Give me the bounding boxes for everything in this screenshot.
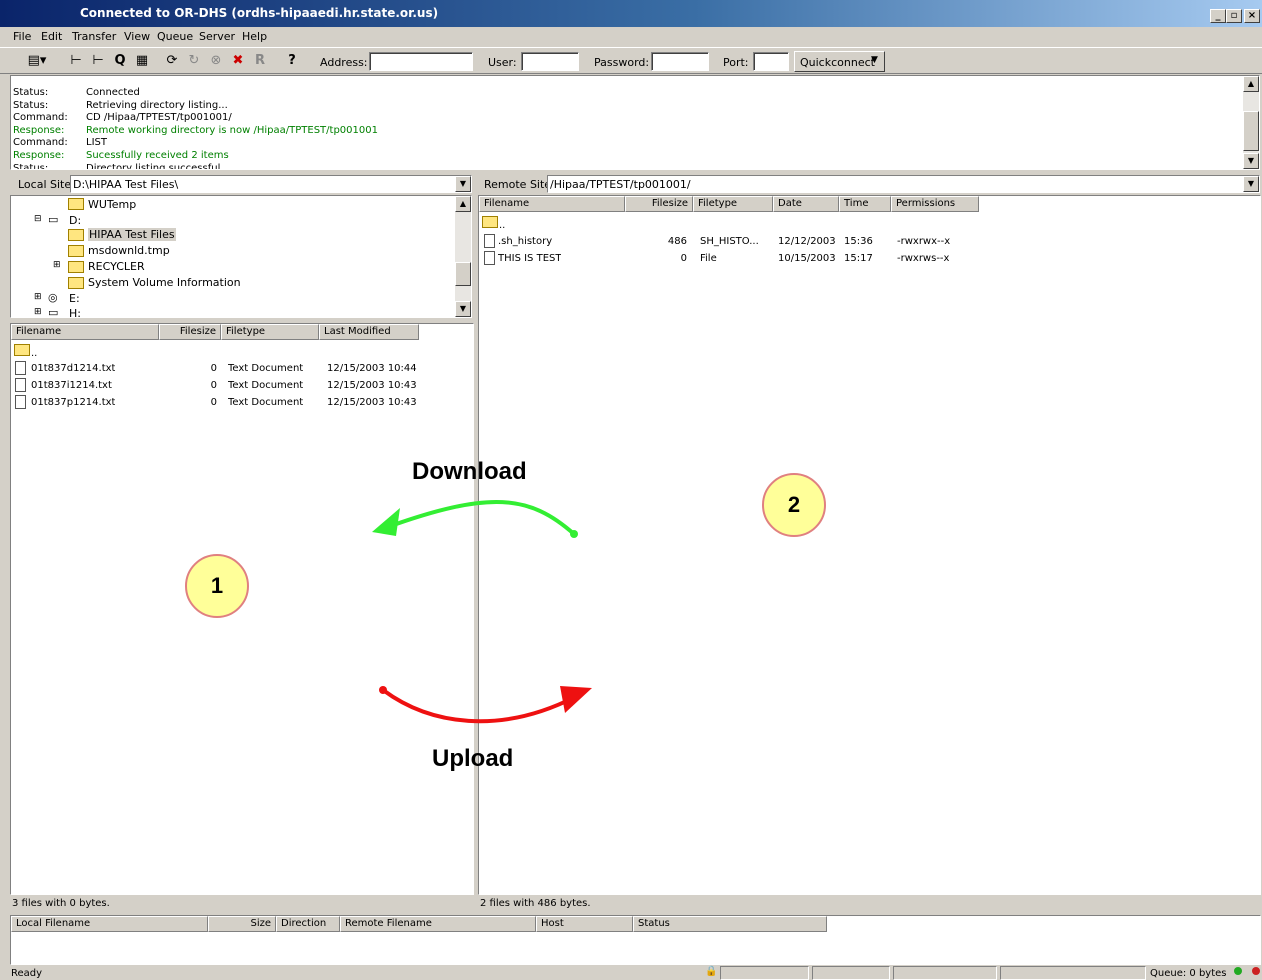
download-label: Download: [412, 458, 527, 485]
upload-arrow-dot: [379, 686, 387, 694]
upload-arrow: [381, 688, 576, 724]
download-arrow: [384, 499, 576, 536]
callout-circle-2: 2: [762, 473, 826, 537]
upload-label: Upload: [432, 745, 514, 772]
upload-arrowhead: [560, 686, 592, 713]
download-arrow-dot: [570, 530, 578, 538]
download-arrowhead: [372, 508, 400, 536]
annotation-overlay: [372, 499, 592, 724]
callout-circle-1: 1: [185, 554, 249, 618]
